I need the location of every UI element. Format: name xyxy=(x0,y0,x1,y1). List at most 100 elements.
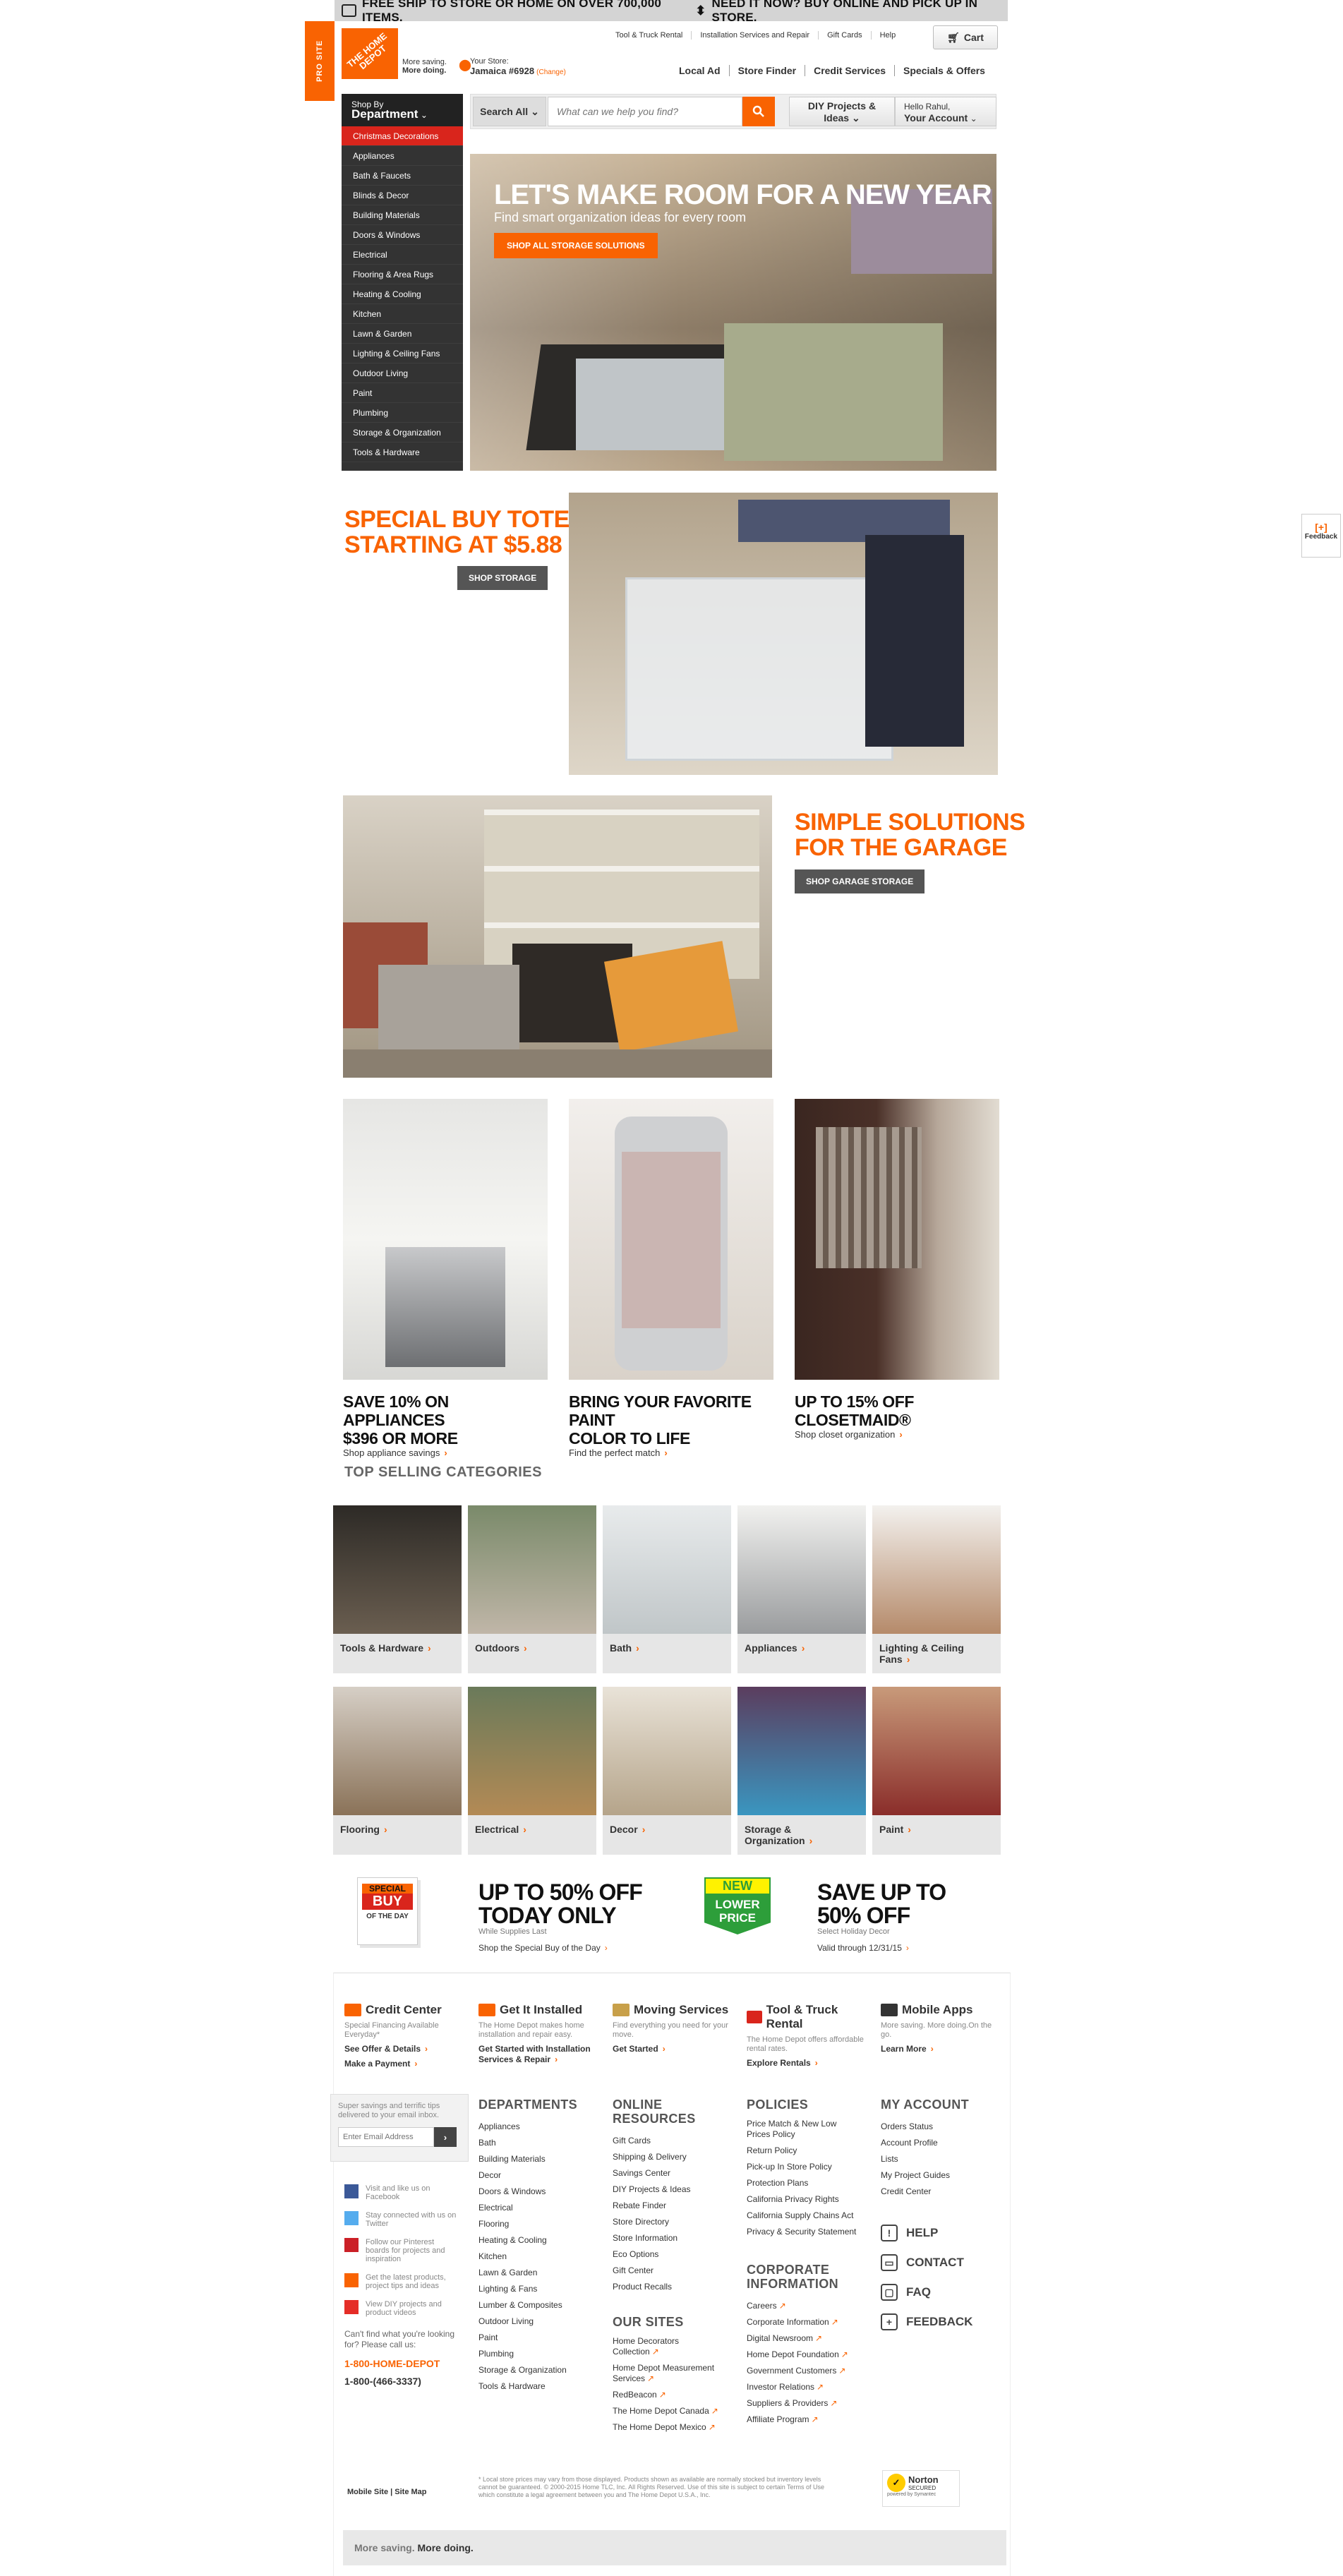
department-menu-header[interactable]: Shop By Department ⌄ xyxy=(342,94,463,126)
paint-card[interactable]: BRING YOUR FAVORITE PAINT COLOR TO LIFE F… xyxy=(569,1099,773,1458)
shop-storage-solutions-button[interactable]: SHOP ALL STORAGE SOLUTIONS xyxy=(494,233,658,258)
holiday-decor-deal[interactable]: SAVE UP TO 50% OFF Select Holiday Decor V… xyxy=(817,1881,946,1954)
department-item[interactable]: Outdoor Living xyxy=(342,363,463,383)
department-item[interactable]: Lawn & Garden xyxy=(342,324,463,344)
departments-link[interactable]: Lumber & Composites xyxy=(478,2297,577,2313)
valid-through-link[interactable]: Valid through 12/31/15 › xyxy=(817,1943,946,1953)
departments-link[interactable]: Paint xyxy=(478,2330,577,2346)
home-depot-logo[interactable]: THE HOME DEPOT xyxy=(342,28,398,79)
departments-link[interactable]: Outdoor Living xyxy=(478,2313,577,2330)
department-item[interactable]: Tools & Hardware xyxy=(342,443,463,462)
my_account-link[interactable]: Lists xyxy=(881,2151,1001,2167)
department-item[interactable]: Heating & Cooling xyxy=(342,284,463,304)
service-title[interactable]: Credit Center xyxy=(344,2003,464,2017)
garage-image[interactable] xyxy=(343,795,772,1078)
promo-banner[interactable]: FREE SHIP TO STORE OR HOME ON OVER 700,0… xyxy=(335,0,1008,24)
online-link[interactable]: Store Information xyxy=(613,2230,718,2246)
departments-link[interactable]: Bath xyxy=(478,2135,577,2151)
policies-link[interactable]: Pick-up In Store Policy xyxy=(747,2162,860,2172)
department-item[interactable]: Doors & Windows xyxy=(342,225,463,245)
corporate-link[interactable]: Investor Relations ↗ xyxy=(747,2379,860,2395)
department-item[interactable]: Blinds & Decor xyxy=(342,186,463,205)
online-link[interactable]: Eco Options xyxy=(613,2246,718,2263)
totes-image[interactable] xyxy=(569,493,998,775)
departments-link[interactable]: Flooring xyxy=(478,2216,577,2232)
special-buy-deal[interactable]: UP TO 50% OFF TODAY ONLY While Supplies L… xyxy=(478,1881,643,1954)
search-input[interactable] xyxy=(548,97,742,126)
category-card[interactable]: Flooring › xyxy=(333,1687,462,1855)
service-title[interactable]: Tool & Truck Rental xyxy=(747,2003,867,2031)
special-buy-link[interactable]: Shop the Special Buy of the Day › xyxy=(478,1943,642,1953)
my_account-link[interactable]: Orders Status xyxy=(881,2119,1001,2135)
corporate-link[interactable]: Home Depot Foundation ↗ xyxy=(747,2347,860,2363)
service-link[interactable]: Explore Rentals › xyxy=(747,2058,867,2069)
corporate-link[interactable]: Affiliate Program ↗ xyxy=(747,2412,860,2428)
store-change-link[interactable]: (Change) xyxy=(536,68,566,76)
social-link[interactable]: View DIY projects and product videos xyxy=(344,2300,457,2317)
online-link[interactable]: Rebate Finder xyxy=(613,2198,718,2214)
service-title[interactable]: Mobile Apps xyxy=(881,2003,1001,2017)
nav-local-ad[interactable]: Local Ad xyxy=(670,65,730,76)
account-button[interactable]: Hello Rahul, Your Account ⌄ xyxy=(895,97,996,126)
department-item[interactable]: Bath & Faucets xyxy=(342,166,463,186)
policies-link[interactable]: California Supply Chains Act xyxy=(747,2210,860,2221)
departments-link[interactable]: Appliances xyxy=(478,2119,577,2135)
service-link[interactable]: See Offer & Details › xyxy=(344,2044,464,2054)
category-card[interactable]: Tools & Hardware › xyxy=(333,1505,462,1673)
departments-link[interactable]: Building Materials xyxy=(478,2151,577,2167)
paint-match-link[interactable]: Find the perfect match › xyxy=(569,1448,668,1458)
service-link[interactable]: Make a Payment › xyxy=(344,2059,464,2069)
site-map-link[interactable]: Site Map xyxy=(395,2488,426,2496)
category-card[interactable]: Outdoors › xyxy=(468,1505,596,1673)
email-submit-button[interactable]: › xyxy=(434,2127,457,2147)
policies-link[interactable]: California Privacy Rights xyxy=(747,2194,860,2205)
pro-site-tab[interactable]: PRO SITE xyxy=(305,21,335,101)
departments-link[interactable]: Storage & Organization xyxy=(478,2362,577,2378)
help-link-contact[interactable]: ▭ CONTACT xyxy=(881,2248,1001,2277)
policies-link[interactable]: Return Policy xyxy=(747,2145,860,2156)
nav-credit-services[interactable]: Credit Services xyxy=(805,65,896,76)
category-card[interactable]: Lighting & Ceiling Fans › xyxy=(872,1505,1001,1673)
corporate-link[interactable]: Corporate Information ↗ xyxy=(747,2314,860,2330)
nav-specials-offers[interactable]: Specials & Offers xyxy=(895,65,994,76)
department-item[interactable]: Storage & Organization xyxy=(342,423,463,443)
norton-badge[interactable]: ✓ Norton SECURED powered by Symantec xyxy=(882,2470,960,2507)
department-item[interactable]: Plumbing xyxy=(342,403,463,423)
store-selector[interactable]: ⬤ Your Store: Jamaica #6928 (Change) xyxy=(459,56,566,78)
appliance-card[interactable]: SAVE 10% ON APPLIANCES $396 OR MORE Shop … xyxy=(343,1099,548,1458)
category-card[interactable]: Bath › xyxy=(603,1505,731,1673)
nav-store-finder[interactable]: Store Finder xyxy=(730,65,806,76)
phone-number-2[interactable]: 1-800-(466-3337) xyxy=(344,2376,464,2387)
search-category-select[interactable]: Search All ⌄ xyxy=(473,97,546,126)
department-item[interactable]: Lighting & Ceiling Fans xyxy=(342,344,463,363)
service-title[interactable]: Get It Installed xyxy=(478,2003,598,2017)
social-link[interactable]: Follow our Pinterest boards for projects… xyxy=(344,2238,457,2263)
email-input[interactable] xyxy=(338,2127,434,2147)
my_account-link[interactable]: Account Profile xyxy=(881,2135,1001,2151)
my_account-link[interactable]: Credit Center xyxy=(881,2184,1001,2200)
help-link-faq[interactable]: ▢ FAQ xyxy=(881,2277,1001,2307)
phone-number-1[interactable]: 1-800-HOME-DEPOT xyxy=(344,2359,464,2369)
policies-link[interactable]: Protection Plans xyxy=(747,2178,860,2189)
departments-link[interactable]: Decor xyxy=(478,2167,577,2184)
departments-link[interactable]: Lighting & Fans xyxy=(478,2281,577,2297)
social-link[interactable]: Get the latest products, project tips an… xyxy=(344,2273,457,2290)
social-link[interactable]: Visit and like us on Facebook xyxy=(344,2184,457,2201)
service-title[interactable]: Moving Services xyxy=(613,2003,733,2017)
online-link[interactable]: Gift Center xyxy=(613,2263,718,2279)
diy-projects-button[interactable]: DIY Projects & Ideas ⌄ xyxy=(789,97,895,126)
departments-link[interactable]: Tools & Hardware xyxy=(478,2378,577,2395)
our_sites-link[interactable]: The Home Depot Canada ↗ xyxy=(613,2406,718,2416)
feedback-tab[interactable]: [+] Feedback xyxy=(1301,514,1341,558)
department-item[interactable]: Kitchen xyxy=(342,304,463,324)
our_sites-link[interactable]: RedBeacon ↗ xyxy=(613,2390,718,2400)
category-card[interactable]: Storage & Organization › xyxy=(737,1687,866,1855)
help-link-feedback[interactable]: + FEEDBACK xyxy=(881,2307,1001,2337)
departments-link[interactable]: Plumbing xyxy=(478,2346,577,2362)
our_sites-link[interactable]: Home Depot Measurement Services ↗ xyxy=(613,2363,718,2384)
closet-link[interactable]: Shop closet organization › xyxy=(795,1429,903,1440)
online-link[interactable]: DIY Projects & Ideas xyxy=(613,2181,718,2198)
departments-link[interactable]: Lawn & Garden xyxy=(478,2265,577,2281)
shop-storage-button[interactable]: SHOP STORAGE xyxy=(457,566,548,590)
policies-link[interactable]: Price Match & New Low Prices Policy xyxy=(747,2119,860,2140)
